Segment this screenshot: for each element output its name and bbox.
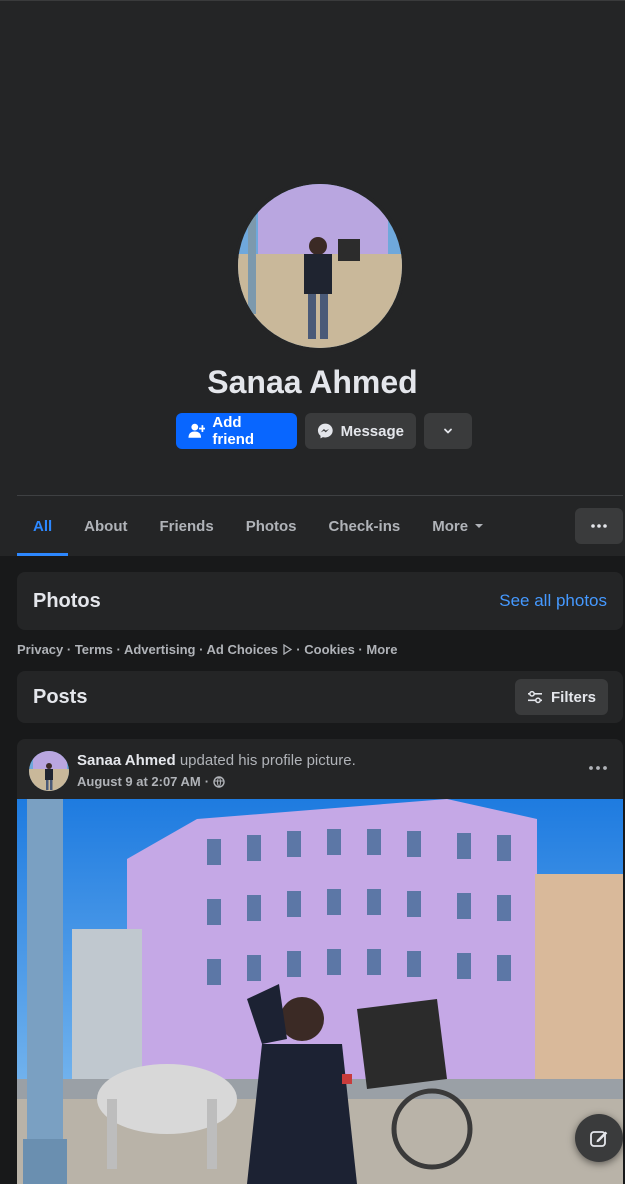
post-header: Sanaa Ahmed updated his profile picture. — [77, 752, 356, 769]
post-card: Sanaa Ahmed updated his profile picture.… — [17, 739, 623, 1184]
chevron-down-icon — [444, 428, 452, 434]
profile-name: Sanaa Ahmed — [207, 364, 418, 400]
profile-more-button[interactable] — [424, 413, 472, 449]
meta-separator: · — [204, 774, 210, 789]
posts-card: Posts Filters — [17, 671, 623, 723]
see-all-photos-link[interactable]: See all photos — [499, 591, 607, 611]
photos-card: Photos See all photos — [17, 572, 623, 630]
post-options-button[interactable] — [589, 757, 607, 775]
messenger-icon — [317, 423, 333, 439]
tab-about[interactable]: About — [68, 496, 143, 556]
tab-check-ins[interactable]: Check-ins — [313, 496, 417, 556]
post-author-avatar[interactable] — [29, 751, 69, 791]
more-dots-icon — [589, 766, 607, 770]
tab-all[interactable]: All — [17, 496, 69, 556]
filters-label: Filters — [550, 688, 596, 706]
profile-avatar[interactable] — [238, 184, 402, 348]
footer-links-text[interactable]: Privacy · Terms · Advertising · Ad Choic… — [17, 642, 278, 657]
profile-tabs: All About Friends Photos Check-ins More — [17, 496, 500, 556]
footer-links[interactable]: Privacy · Terms · Advertising · Ad Choic… — [17, 642, 397, 657]
new-message-button[interactable] — [575, 1114, 623, 1162]
message-button[interactable]: Message — [305, 413, 416, 449]
add-friend-button[interactable]: Add friend — [176, 413, 297, 449]
tabs-overflow-button[interactable] — [575, 508, 623, 544]
post-author-name[interactable]: Sanaa Ahmed — [77, 752, 176, 769]
post-action-text: updated his profile picture. — [179, 752, 356, 769]
caret-down-icon — [475, 524, 484, 528]
add-friend-label: Add friend — [212, 414, 255, 448]
footer-links-text-2[interactable]: · Cookies · More — [296, 642, 397, 657]
filters-icon — [527, 690, 542, 704]
profile-actions: Add friend Message — [176, 413, 472, 449]
filters-button[interactable]: Filters — [514, 679, 608, 715]
posts-title: Posts — [33, 685, 88, 708]
tab-friends[interactable]: Friends — [144, 496, 230, 556]
post-meta: August 9 at 2:07 AM · — [77, 774, 225, 789]
ad-choices-icon — [283, 643, 292, 656]
tab-photos[interactable]: Photos — [230, 496, 313, 556]
more-dots-icon — [591, 524, 607, 528]
add-friend-icon — [188, 423, 206, 438]
photos-title: Photos — [33, 589, 101, 612]
tab-more[interactable]: More — [416, 496, 500, 556]
post-photo[interactable] — [17, 799, 623, 1184]
message-label: Message — [340, 422, 404, 440]
compose-icon — [590, 1131, 608, 1147]
globe-icon — [213, 775, 225, 788]
post-timestamp[interactable]: August 9 at 2:07 AM — [77, 774, 201, 789]
